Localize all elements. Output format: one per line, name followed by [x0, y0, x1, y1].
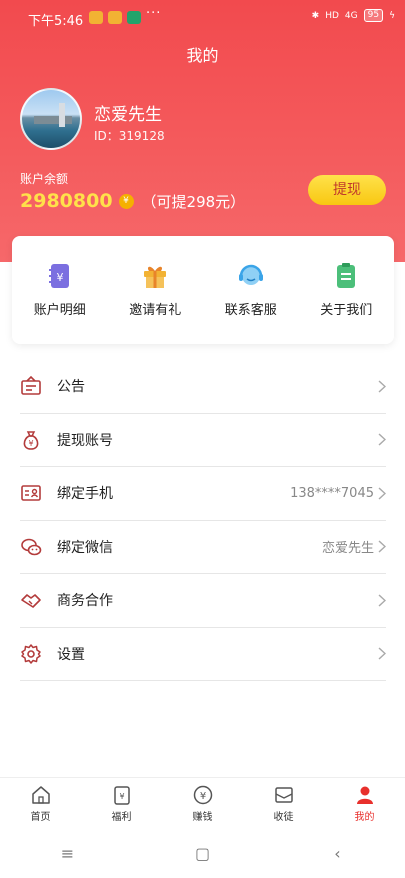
page-title: 我的 [186, 46, 219, 65]
quick-action-customer-service[interactable]: 联系客服 [203, 236, 299, 344]
chevron-right-icon [378, 647, 386, 660]
tab-label: 首页 [30, 812, 51, 823]
menu-item-label: 绑定手机 [57, 486, 113, 503]
hd-icon: HD [325, 10, 339, 21]
status-indicators: ✱ HD 4G 95 ϟ [312, 9, 395, 22]
menu-item-label: 商务合作 [57, 593, 113, 610]
notification-icon [108, 11, 122, 24]
yen-icon: ¥ [193, 785, 212, 805]
customer-service-icon [238, 264, 263, 285]
status-time: 下午5:46 [28, 14, 84, 29]
menu-item-bind-phone[interactable]: 绑定手机 138****7045 [20, 467, 386, 521]
balance-row: 2980800 ¥ （可提298元） [20, 190, 245, 212]
tab-welfare[interactable]: ¥ 福利 [81, 778, 162, 829]
bound-phone-value: 138****7045 [290, 485, 374, 501]
chevron-right-icon [378, 380, 386, 393]
withdrawable-amount: （可提298元） [141, 192, 246, 211]
menu-item-label: 提现账号 [57, 432, 113, 449]
tab-label: 我的 [354, 812, 375, 823]
svg-text:¥: ¥ [199, 791, 205, 802]
battery-icon: 95 [363, 9, 384, 22]
svg-text:¥: ¥ [28, 439, 33, 448]
menu-item-label: 公告 [57, 379, 85, 396]
chevron-right-icon [378, 540, 386, 553]
tab-label: 赚钱 [192, 812, 213, 823]
menu-item-announcement[interactable]: 公告 [20, 360, 386, 414]
menu-item-business[interactable]: 商务合作 [20, 574, 386, 628]
shield-notification-icon [127, 11, 141, 24]
tab-label: 福利 [111, 812, 132, 823]
bound-wechat-value: 恋爱先生 [321, 541, 374, 557]
wechat-icon [21, 538, 42, 556]
user-id: ID：319128 [94, 129, 165, 143]
settings-menu: 公告 ¥ 提现账号 绑定手机 138****7045 绑定微信 恋爱先生 商务合… [20, 360, 386, 681]
quick-action-label: 邀请有礼 [129, 303, 182, 318]
mail-icon [274, 787, 293, 803]
notification-icon [89, 11, 103, 24]
svg-text:¥: ¥ [119, 792, 124, 801]
coin-icon: ¥ [118, 193, 134, 209]
announcement-icon [21, 376, 41, 396]
quick-actions-card: ¥ 账户明细 邀请有礼 联系客服 关于我们 [12, 236, 394, 344]
chevron-right-icon [378, 433, 386, 446]
welfare-icon: ¥ [113, 786, 130, 805]
status-bar: 下午5:46 ··· ✱ HD 4G 95 ϟ [0, 0, 405, 36]
balance-label: 账户余额 [20, 172, 69, 186]
account-detail-icon: ¥ [48, 264, 69, 288]
menu-item-withdraw-account[interactable]: ¥ 提现账号 [20, 414, 386, 467]
money-bag-icon: ¥ [23, 431, 39, 450]
tab-apprentice[interactable]: 收徒 [243, 778, 324, 829]
bottom-tab-bar: 首页 ¥ 福利 ¥ 赚钱 收徒 我的 [0, 777, 405, 829]
menu-item-label: 绑定微信 [57, 539, 113, 556]
gift-icon [144, 266, 167, 288]
tab-label: 收徒 [273, 812, 294, 823]
home-button[interactable]: ▢ [183, 844, 223, 863]
quick-action-label: 联系客服 [224, 303, 277, 318]
handshake-icon [21, 594, 41, 609]
charging-icon: ϟ [389, 10, 395, 21]
withdraw-button[interactable]: 提现 [308, 175, 386, 205]
quick-action-label: 关于我们 [320, 303, 373, 318]
back-button[interactable]: ‹ [318, 844, 358, 863]
gear-icon [21, 644, 41, 664]
balance-value: 2980800 [20, 190, 113, 212]
tab-mine[interactable]: 我的 [324, 778, 405, 829]
id-card-icon [21, 485, 41, 502]
tab-home[interactable]: 首页 [0, 778, 81, 829]
quick-action-account-detail[interactable]: ¥ 账户明细 [12, 236, 108, 344]
menu-item-label: 设置 [57, 646, 85, 663]
menu-item-bind-wechat[interactable]: 绑定微信 恋爱先生 [20, 521, 386, 574]
chevron-right-icon [378, 487, 386, 500]
username: 恋爱先生 [94, 105, 162, 125]
signal-icon: 4G [344, 10, 358, 21]
avatar-image-detail [59, 103, 65, 127]
tab-earn[interactable]: ¥ 赚钱 [162, 778, 243, 829]
system-navigation-bar: ≡ ▢ ‹ [0, 829, 405, 878]
quick-action-about[interactable]: 关于我们 [299, 236, 395, 344]
menu-item-settings[interactable]: 设置 [20, 628, 386, 681]
home-icon [31, 786, 50, 804]
clipboard-icon [337, 263, 356, 288]
quick-action-label: 账户明细 [33, 303, 86, 318]
bluetooth-icon: ✱ [311, 10, 320, 21]
avatar-image [34, 116, 72, 124]
user-icon [356, 786, 373, 804]
chevron-right-icon [378, 594, 386, 607]
svg-text:¥: ¥ [56, 271, 63, 284]
recent-apps-button[interactable]: ≡ [48, 844, 88, 863]
quick-action-invite[interactable]: 邀请有礼 [108, 236, 204, 344]
avatar[interactable] [20, 88, 82, 150]
more-notifications-icon: ··· [146, 6, 162, 21]
